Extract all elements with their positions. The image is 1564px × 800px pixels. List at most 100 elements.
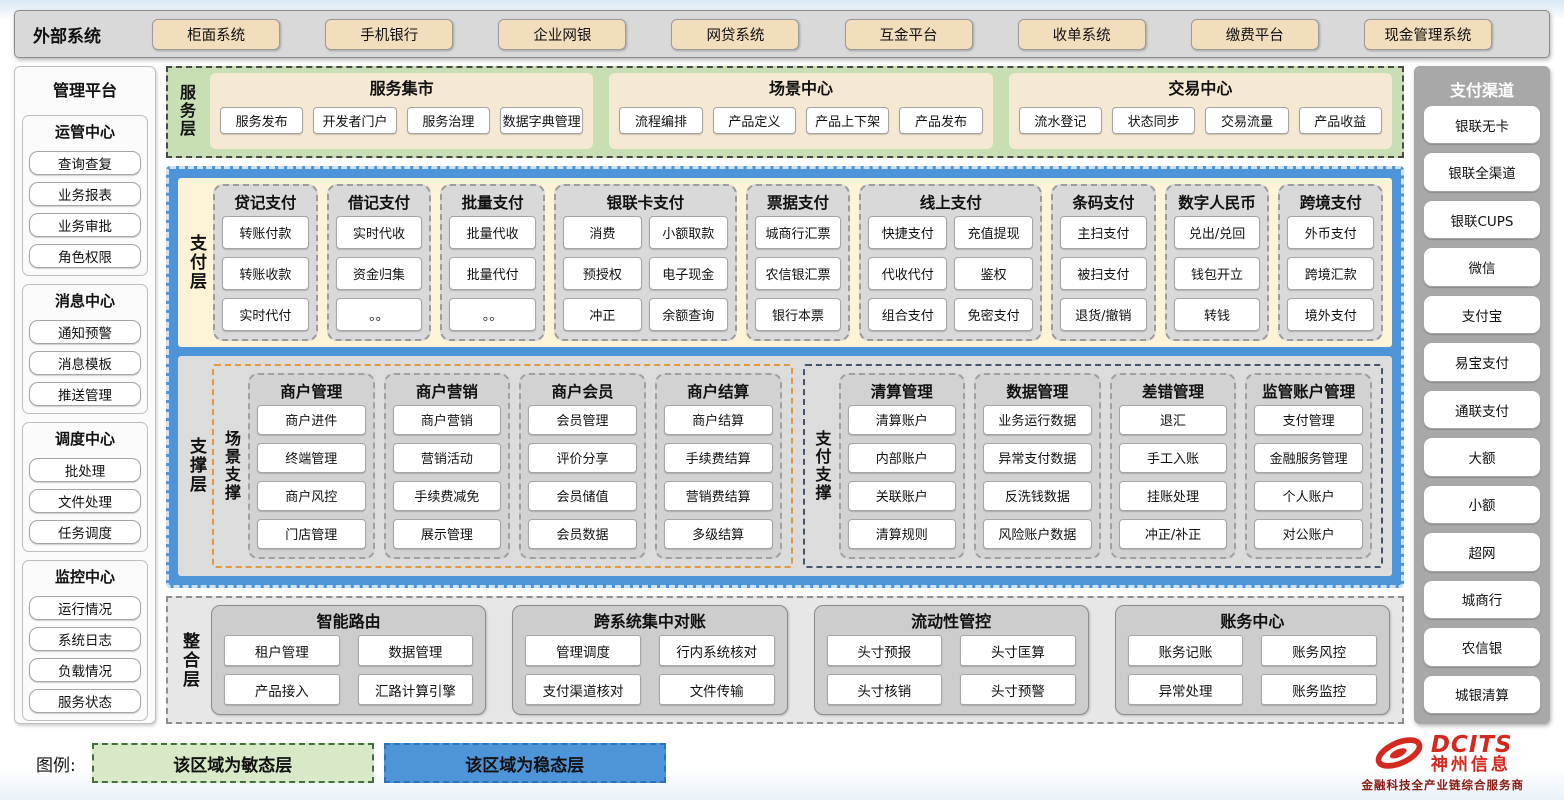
external-system-button[interactable]: 企业网银 <box>498 19 626 50</box>
payment-item-button[interactable]: 转钱 <box>1174 298 1261 331</box>
support-item-button[interactable]: 冲正/补正 <box>1119 519 1228 549</box>
channel-button[interactable]: 小额 <box>1423 485 1541 524</box>
mgmt-item-button[interactable]: 通知预警 <box>29 320 141 344</box>
payment-item-button[interactable]: 鉴权 <box>954 257 1033 290</box>
payment-item-button[interactable]: 境外支付 <box>1287 298 1374 331</box>
integration-item-button[interactable]: 异常处理 <box>1128 674 1244 705</box>
payment-item-button[interactable]: 城商行汇票 <box>755 216 842 249</box>
support-item-button[interactable]: 会员数据 <box>528 519 637 549</box>
integration-item-button[interactable]: 头寸预报 <box>827 635 943 666</box>
service-item-button[interactable]: 服务治理 <box>407 107 490 134</box>
payment-item-button[interactable]: 被扫支付 <box>1060 257 1147 290</box>
payment-item-button[interactable]: 跨境汇款 <box>1287 257 1374 290</box>
support-item-button[interactable]: 风险账户数据 <box>983 519 1092 549</box>
mgmt-item-button[interactable]: 查询查复 <box>29 151 141 175</box>
payment-item-button[interactable]: 银行本票 <box>755 298 842 331</box>
channel-button[interactable]: 银联CUPS <box>1423 200 1541 239</box>
channel-button[interactable]: 大额 <box>1423 437 1541 476</box>
support-item-button[interactable]: 支付管理 <box>1254 405 1363 435</box>
external-system-button[interactable]: 手机银行 <box>325 19 453 50</box>
support-item-button[interactable]: 手续费减免 <box>393 481 502 511</box>
support-item-button[interactable]: 关联账户 <box>848 481 957 511</box>
support-item-button[interactable]: 对公账户 <box>1254 519 1363 549</box>
mgmt-item-button[interactable]: 任务调度 <box>29 520 141 544</box>
channel-button[interactable]: 超网 <box>1423 532 1541 571</box>
payment-item-button[interactable]: 农信银汇票 <box>755 257 842 290</box>
support-item-button[interactable]: 挂账处理 <box>1119 481 1228 511</box>
support-item-button[interactable]: 内部账户 <box>848 443 957 473</box>
support-item-button[interactable]: 门店管理 <box>257 519 366 549</box>
integration-item-button[interactable]: 账务记账 <box>1128 635 1244 666</box>
integration-item-button[interactable]: 行内系统核对 <box>659 635 775 666</box>
service-item-button[interactable]: 开发者门户 <box>313 107 396 134</box>
channel-button[interactable]: 易宝支付 <box>1423 342 1541 381</box>
service-item-button[interactable]: 数据字典管理 <box>500 107 583 134</box>
external-system-button[interactable]: 柜面系统 <box>152 19 280 50</box>
service-item-button[interactable]: 状态同步 <box>1112 107 1195 134</box>
mgmt-item-button[interactable]: 运行情况 <box>29 596 141 620</box>
payment-item-button[interactable]: 组合支付 <box>868 298 947 331</box>
payment-item-button[interactable]: 实时代付 <box>222 298 309 331</box>
external-system-button[interactable]: 互金平台 <box>845 19 973 50</box>
payment-item-button[interactable]: 充值提现 <box>954 216 1033 249</box>
support-item-button[interactable]: 退汇 <box>1119 405 1228 435</box>
channel-button[interactable]: 通联支付 <box>1423 390 1541 429</box>
support-item-button[interactable]: 终端管理 <box>257 443 366 473</box>
payment-item-button[interactable]: 兑出/兑回 <box>1174 216 1261 249</box>
support-item-button[interactable]: 异常支付数据 <box>983 443 1092 473</box>
payment-item-button[interactable]: 消费 <box>563 216 642 249</box>
channel-button[interactable]: 银联全渠道 <box>1423 152 1541 191</box>
support-item-button[interactable]: 会员储值 <box>528 481 637 511</box>
integration-item-button[interactable]: 汇路计算引擎 <box>358 674 474 705</box>
external-system-button[interactable]: 缴费平台 <box>1191 19 1319 50</box>
mgmt-item-button[interactable]: 推送管理 <box>29 382 141 406</box>
support-item-button[interactable]: 清算规则 <box>848 519 957 549</box>
payment-item-button[interactable]: 退货/撤销 <box>1060 298 1147 331</box>
payment-item-button[interactable]: 主扫支付 <box>1060 216 1147 249</box>
payment-item-button[interactable]: 小额取款 <box>649 216 728 249</box>
integration-item-button[interactable]: 文件传输 <box>659 674 775 705</box>
payment-item-button[interactable]: 实时代收 <box>336 216 423 249</box>
support-item-button[interactable]: 业务运行数据 <box>983 405 1092 435</box>
external-system-button[interactable]: 现金管理系统 <box>1364 19 1492 50</box>
service-item-button[interactable]: 产品定义 <box>713 107 796 134</box>
support-item-button[interactable]: 手工入账 <box>1119 443 1228 473</box>
integration-item-button[interactable]: 账务风控 <box>1261 635 1377 666</box>
support-item-button[interactable]: 多级结算 <box>664 519 773 549</box>
payment-item-button[interactable]: 钱包开立 <box>1174 257 1261 290</box>
integration-item-button[interactable]: 头寸核销 <box>827 674 943 705</box>
external-system-button[interactable]: 网贷系统 <box>671 19 799 50</box>
payment-item-button[interactable]: 预授权 <box>563 257 642 290</box>
payment-item-button[interactable]: 。。 <box>449 298 536 331</box>
integration-item-button[interactable]: 管理调度 <box>525 635 641 666</box>
support-item-button[interactable]: 评价分享 <box>528 443 637 473</box>
mgmt-item-button[interactable]: 文件处理 <box>29 489 141 513</box>
payment-item-button[interactable]: 批量代付 <box>449 257 536 290</box>
payment-item-button[interactable]: 快捷支付 <box>868 216 947 249</box>
channel-button[interactable]: 城银清算 <box>1423 675 1541 714</box>
payment-item-button[interactable]: 。。 <box>336 298 423 331</box>
support-item-button[interactable]: 商户进件 <box>257 405 366 435</box>
payment-item-button[interactable]: 余额查询 <box>649 298 728 331</box>
service-item-button[interactable]: 服务发布 <box>220 107 303 134</box>
support-item-button[interactable]: 商户结算 <box>664 405 773 435</box>
mgmt-item-button[interactable]: 批处理 <box>29 458 141 482</box>
service-item-button[interactable]: 产品发布 <box>899 107 982 134</box>
support-item-button[interactable]: 手续费结算 <box>664 443 773 473</box>
support-item-button[interactable]: 商户营销 <box>393 405 502 435</box>
service-item-button[interactable]: 产品收益 <box>1299 107 1382 134</box>
mgmt-item-button[interactable]: 消息模板 <box>29 351 141 375</box>
service-item-button[interactable]: 产品上下架 <box>806 107 889 134</box>
support-item-button[interactable]: 个人账户 <box>1254 481 1363 511</box>
external-system-button[interactable]: 收单系统 <box>1018 19 1146 50</box>
support-item-button[interactable]: 金融服务管理 <box>1254 443 1363 473</box>
channel-button[interactable]: 农信银 <box>1423 627 1541 666</box>
integration-item-button[interactable]: 头寸匡算 <box>960 635 1076 666</box>
service-item-button[interactable]: 流水登记 <box>1019 107 1102 134</box>
integration-item-button[interactable]: 数据管理 <box>358 635 474 666</box>
channel-button[interactable]: 城商行 <box>1423 580 1541 619</box>
payment-item-button[interactable]: 外币支付 <box>1287 216 1374 249</box>
payment-item-button[interactable]: 资金归集 <box>336 257 423 290</box>
payment-item-button[interactable]: 冲正 <box>563 298 642 331</box>
payment-item-button[interactable]: 电子现金 <box>649 257 728 290</box>
